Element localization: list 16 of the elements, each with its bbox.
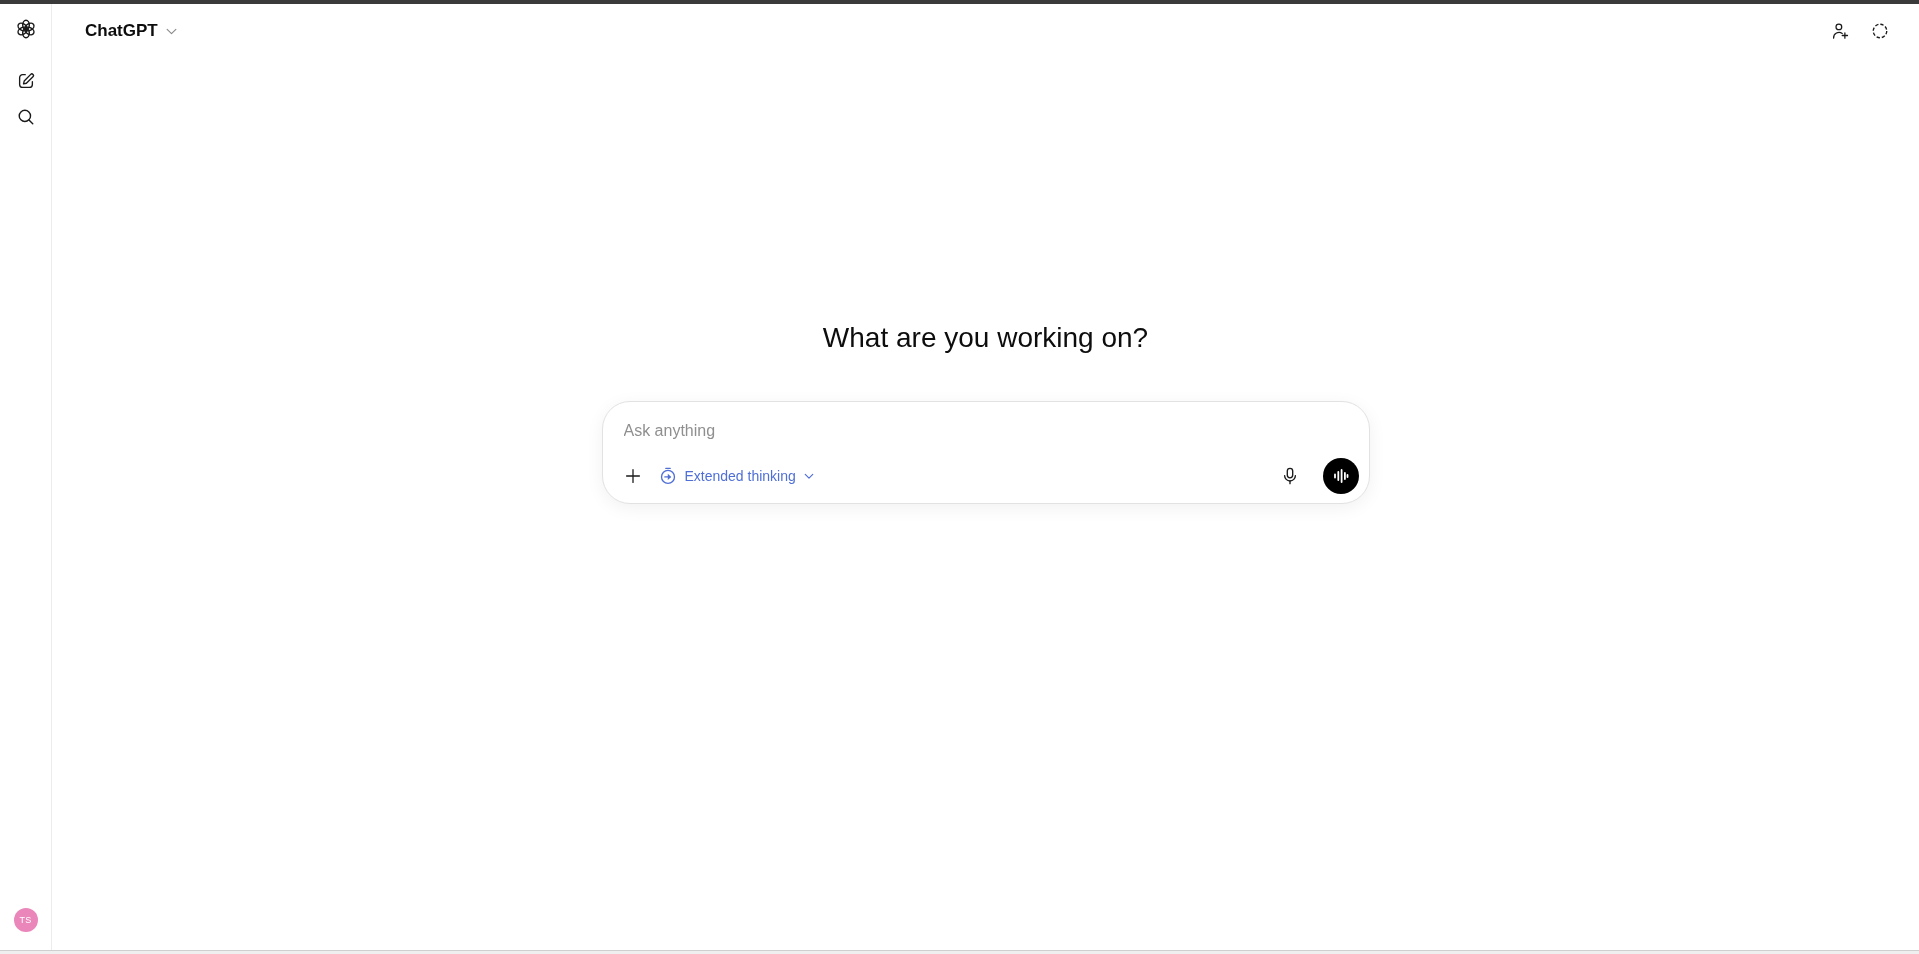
add-person-icon[interactable] (1831, 22, 1849, 40)
voice-button[interactable] (1322, 458, 1359, 494)
thinking-mode-button[interactable]: Extended thinking (658, 467, 814, 485)
heading: What are you working on? (822, 321, 1149, 355)
chevron-down-icon (803, 472, 814, 480)
stopwatch-icon (658, 467, 677, 485)
dashed-circle-icon[interactable] (1871, 22, 1889, 40)
user-avatar[interactable]: TS (13, 908, 38, 932)
model-selector[interactable]: ChatGPT (85, 21, 177, 41)
plus-icon[interactable] (624, 468, 641, 484)
message-input[interactable]: Ask anything (623, 419, 924, 442)
search-icon[interactable] (16, 108, 35, 126)
new-chat-icon[interactable] (16, 72, 35, 90)
logo-icon[interactable] (14, 18, 37, 40)
waveform-icon (1332, 469, 1349, 483)
chevron-down-icon (165, 27, 177, 35)
